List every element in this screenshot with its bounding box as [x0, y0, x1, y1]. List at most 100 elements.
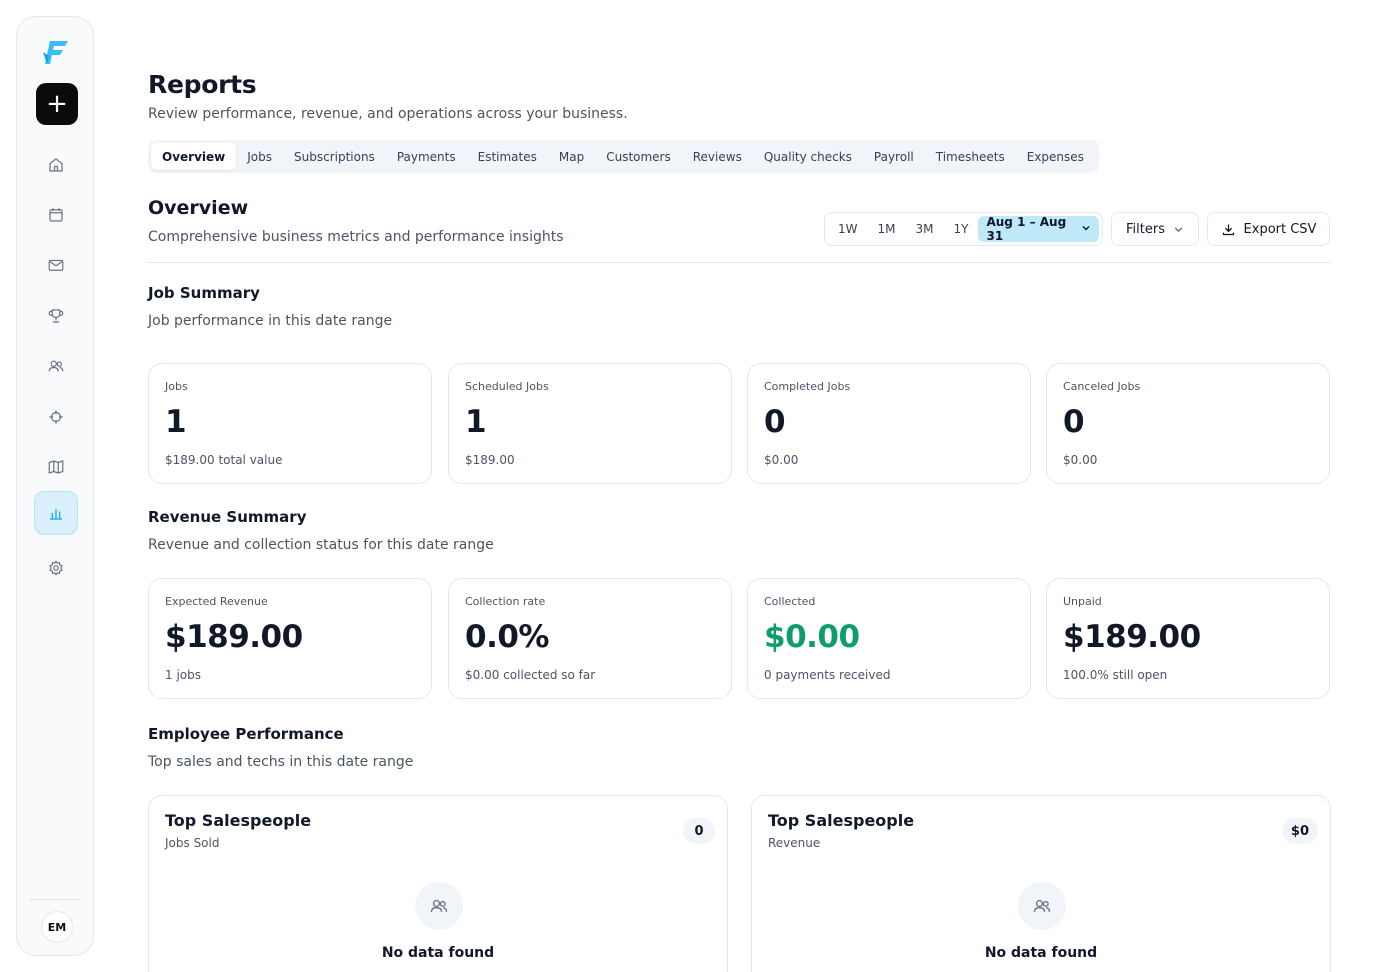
completed-jobs-card: Completed Jobs 0 $0.00 — [747, 363, 1031, 484]
nav-target[interactable] — [34, 395, 78, 439]
card-note: $0.00 collected so far — [465, 668, 596, 682]
card-note: 1 jobs — [165, 668, 201, 682]
revenue-summary-title: Revenue Summary — [148, 508, 307, 526]
unpaid-card: Unpaid $189.00 100.0% still open — [1046, 578, 1330, 699]
card-label: Completed Jobs — [764, 380, 851, 393]
crosshair-icon — [49, 410, 63, 424]
empty-state-text: No data found — [984, 945, 1098, 961]
panel-title: Top Salespeople — [768, 811, 915, 830]
nav-settings[interactable] — [34, 546, 78, 590]
chevron-down-icon — [1081, 223, 1091, 236]
tab-payments[interactable]: Payments — [386, 143, 467, 170]
range-1m[interactable]: 1M — [868, 216, 906, 242]
card-label: Jobs — [165, 380, 188, 393]
tab-map[interactable]: Map — [548, 143, 595, 170]
revenue-summary-subtitle: Revenue and collection status for this d… — [148, 537, 494, 553]
revenue-badge: $0 — [1281, 818, 1318, 844]
date-range-label: Aug 1 – Aug 31 — [986, 215, 1067, 243]
card-value: 1 — [465, 404, 487, 440]
sidebar-divider — [29, 899, 81, 900]
date-range-selector: 1W 1M 3M 1Y Aug 1 – Aug 31 — [824, 212, 1103, 246]
users-icon — [48, 360, 64, 372]
bar-chart-icon — [50, 509, 62, 520]
tab-payroll[interactable]: Payroll — [863, 143, 925, 170]
employee-performance-title: Employee Performance — [148, 725, 344, 743]
card-label: Expected Revenue — [165, 595, 268, 608]
nav-reports[interactable] — [34, 491, 78, 535]
page-subtitle: Review performance, revenue, and operati… — [148, 106, 628, 122]
tab-timesheets[interactable]: Timesheets — [925, 143, 1016, 170]
overview-subtitle: Comprehensive business metrics and perfo… — [148, 229, 564, 245]
chevron-down-icon — [1174, 226, 1183, 232]
range-1y[interactable]: 1Y — [944, 216, 979, 242]
home-icon — [49, 158, 63, 172]
calendar-icon — [49, 208, 63, 222]
panel-subtitle: Revenue — [768, 836, 821, 850]
scheduled-jobs-card: Scheduled Jobs 1 $189.00 — [448, 363, 732, 484]
collected-card: Collected $0.00 0 payments received — [747, 578, 1031, 699]
card-value: 0 — [1063, 404, 1085, 440]
top-salespeople-revenue-panel: Top Salespeople Revenue $0 No data found — [751, 795, 1331, 972]
tab-overview[interactable]: Overview — [151, 143, 237, 170]
overview-title: Overview — [148, 197, 249, 219]
jobs-card: Jobs 1 $189.00 total value — [148, 363, 432, 484]
nav-map[interactable] — [34, 445, 78, 489]
nav-customers[interactable] — [34, 344, 78, 388]
card-value: 0 — [764, 404, 786, 440]
divider — [148, 262, 1331, 263]
count-badge: 0 — [683, 818, 715, 844]
export-csv-button[interactable]: Export CSV — [1207, 212, 1330, 246]
sidebar: + EM — [16, 16, 94, 956]
card-value: $189.00 — [165, 619, 303, 655]
empty-state-text: No data found — [381, 945, 495, 961]
filters-label: Filters — [1126, 221, 1165, 237]
card-value: 1 — [165, 404, 187, 440]
collection-rate-card: Collection rate 0.0% $0.00 collected so … — [448, 578, 732, 699]
date-range-dropdown[interactable]: Aug 1 – Aug 31 — [978, 215, 1099, 243]
range-1w[interactable]: 1W — [828, 216, 868, 242]
card-label: Scheduled Jobs — [465, 380, 549, 393]
gear-icon — [49, 560, 63, 576]
card-label: Collection rate — [465, 595, 546, 608]
nav-calendar[interactable] — [34, 193, 78, 237]
card-note: $0.00 — [764, 453, 799, 467]
tab-customers[interactable]: Customers — [595, 143, 682, 170]
add-button[interactable]: + — [36, 83, 78, 125]
tab-subscriptions[interactable]: Subscriptions — [283, 143, 386, 170]
filters-button[interactable]: Filters — [1111, 212, 1199, 246]
card-value: $189.00 — [1063, 619, 1201, 655]
report-tabs: Overview Jobs Subscriptions Payments Est… — [148, 140, 1099, 173]
nav-home[interactable] — [34, 143, 78, 187]
card-note: 0 payments received — [764, 668, 891, 682]
map-icon — [48, 460, 64, 474]
users-icon — [1018, 882, 1066, 930]
card-note: $0.00 — [1063, 453, 1098, 467]
nav-mail[interactable] — [34, 243, 78, 287]
job-summary-title: Job Summary — [148, 284, 260, 302]
card-value: $0.00 — [764, 619, 860, 655]
top-salespeople-jobs-panel: Top Salespeople Jobs Sold 0 No data foun… — [148, 795, 728, 972]
tab-estimates[interactable]: Estimates — [467, 143, 548, 170]
card-label: Collected — [764, 595, 816, 608]
tab-jobs[interactable]: Jobs — [236, 143, 283, 170]
canceled-jobs-card: Canceled Jobs 0 $0.00 — [1046, 363, 1330, 484]
tab-quality-checks[interactable]: Quality checks — [753, 143, 863, 170]
tab-expenses[interactable]: Expenses — [1016, 143, 1095, 170]
expected-revenue-card: Expected Revenue $189.00 1 jobs — [148, 578, 432, 699]
nav-trophy[interactable] — [34, 294, 78, 338]
export-label: Export CSV — [1243, 221, 1317, 237]
users-icon — [415, 882, 463, 930]
card-note: $189.00 — [465, 453, 515, 467]
job-summary-subtitle: Job performance in this date range — [148, 313, 393, 329]
mail-icon — [48, 259, 64, 271]
card-label: Canceled Jobs — [1063, 380, 1141, 393]
user-avatar[interactable]: EM — [41, 911, 73, 943]
card-note: 100.0% still open — [1063, 668, 1168, 682]
tab-reviews[interactable]: Reviews — [682, 143, 753, 170]
app-logo[interactable] — [41, 37, 71, 67]
card-value: 0.0% — [465, 619, 549, 655]
card-label: Unpaid — [1063, 595, 1102, 608]
download-icon — [1222, 224, 1234, 235]
card-note: $189.00 total value — [165, 453, 283, 467]
range-3m[interactable]: 3M — [906, 216, 944, 242]
